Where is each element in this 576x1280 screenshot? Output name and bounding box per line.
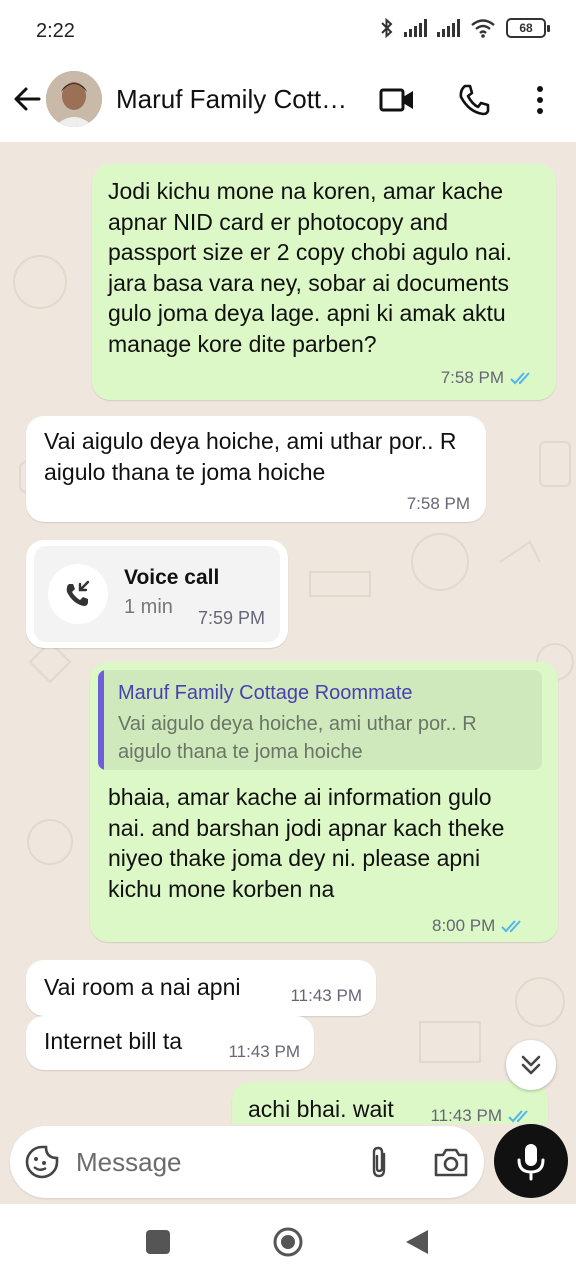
voice-call-card[interactable]: Voice call 1 min 7:59 PM bbox=[34, 546, 280, 642]
camera-icon[interactable] bbox=[432, 1144, 470, 1180]
status-time: 2:22 bbox=[36, 20, 75, 42]
double-check-icon bbox=[508, 1110, 528, 1123]
battery-icon: 68 bbox=[506, 18, 550, 38]
message-bubble-incoming[interactable]: Internet bill ta 11:43 PM bbox=[26, 1016, 314, 1070]
message-time: 11:43 PM bbox=[430, 1106, 502, 1124]
message-time: 7:58 PM bbox=[440, 368, 504, 387]
home-button[interactable] bbox=[272, 1226, 304, 1258]
message-time: 11:43 PM bbox=[290, 986, 362, 1005]
message-meta: 7:58 PM bbox=[441, 368, 536, 388]
message-time: 8:00 PM bbox=[432, 916, 496, 935]
signal-icon bbox=[404, 19, 427, 37]
paperclip-icon[interactable] bbox=[364, 1144, 396, 1180]
message-bubble-outgoing[interactable]: achi bhai. wait 11:43 PM bbox=[232, 1082, 548, 1124]
quote-author: Maruf Family Cottage Roommate bbox=[118, 682, 413, 704]
message-text: bhaia, amar kache ai information gulo na… bbox=[108, 784, 505, 902]
scroll-to-bottom-button[interactable] bbox=[506, 1040, 556, 1090]
message-meta: 7:58 PM bbox=[407, 494, 470, 514]
message-meta: 8:00 PM bbox=[432, 916, 527, 936]
message-bubble-outgoing[interactable]: Jodi kichu mone na koren, amar kache apn… bbox=[92, 164, 556, 400]
call-duration: 1 min bbox=[124, 596, 173, 618]
microphone-icon bbox=[517, 1144, 545, 1181]
message-time: 11:43 PM bbox=[228, 1042, 300, 1061]
bluetooth-icon bbox=[381, 18, 393, 38]
system-nav-bar bbox=[0, 1204, 576, 1280]
recents-button[interactable] bbox=[146, 1230, 170, 1254]
message-bubble-incoming[interactable]: Vai aigulo deya hoiche, ami uthar por.. … bbox=[26, 416, 486, 522]
message-text: achi bhai. wait bbox=[248, 1096, 394, 1122]
message-time: 7:59 PM bbox=[198, 608, 266, 628]
quote-text: Vai aigulo deya hoiche, ami uthar por.. … bbox=[118, 713, 477, 763]
quote-bar bbox=[98, 670, 104, 770]
message-text: Jodi kichu mone na koren, amar kache apn… bbox=[108, 178, 513, 357]
status-icons: 68 bbox=[380, 18, 550, 38]
sticker-icon[interactable] bbox=[24, 1144, 60, 1180]
wifi-icon bbox=[471, 19, 495, 38]
composer-bar bbox=[0, 1124, 576, 1204]
call-icon-wrap bbox=[48, 564, 108, 624]
double-check-icon bbox=[510, 372, 530, 385]
chat-area[interactable]: Jodi kichu mone na koren, amar kache apn… bbox=[0, 142, 576, 1124]
chat-title[interactable]: Maruf Family Cott… bbox=[116, 84, 347, 115]
chat-header: Maruf Family Cott… bbox=[0, 62, 576, 142]
message-input[interactable] bbox=[76, 1140, 346, 1184]
message-bubble-incoming[interactable]: Vai room a nai apni 11:43 PM bbox=[26, 960, 376, 1016]
double-chevron-down-icon bbox=[521, 1055, 541, 1075]
signal-icon-2 bbox=[437, 19, 460, 37]
call-title: Voice call bbox=[124, 566, 220, 589]
quoted-message[interactable]: Maruf Family Cottage Roommate Vai aigulo… bbox=[98, 670, 542, 770]
double-check-icon bbox=[501, 920, 522, 933]
microphone-button[interactable] bbox=[494, 1124, 568, 1198]
incoming-call-icon bbox=[66, 580, 90, 606]
message-text: Vai room a nai apni bbox=[44, 974, 241, 1000]
status-bar: 2:22 68 bbox=[0, 0, 576, 62]
message-time: 7:58 PM bbox=[406, 494, 470, 513]
nav-back-button[interactable] bbox=[404, 1228, 430, 1256]
message-meta: 11:43 PM bbox=[430, 1106, 534, 1124]
kebab-menu-icon[interactable] bbox=[526, 82, 554, 118]
avatar[interactable] bbox=[46, 71, 102, 127]
message-text: Internet bill ta bbox=[44, 1028, 183, 1054]
video-camera-icon[interactable] bbox=[378, 82, 416, 118]
phone-icon[interactable] bbox=[456, 82, 492, 118]
message-text: Vai aigulo deya hoiche, ami uthar por.. … bbox=[44, 428, 457, 485]
message-input-container[interactable] bbox=[10, 1126, 484, 1198]
arrow-left-icon[interactable] bbox=[12, 84, 42, 114]
